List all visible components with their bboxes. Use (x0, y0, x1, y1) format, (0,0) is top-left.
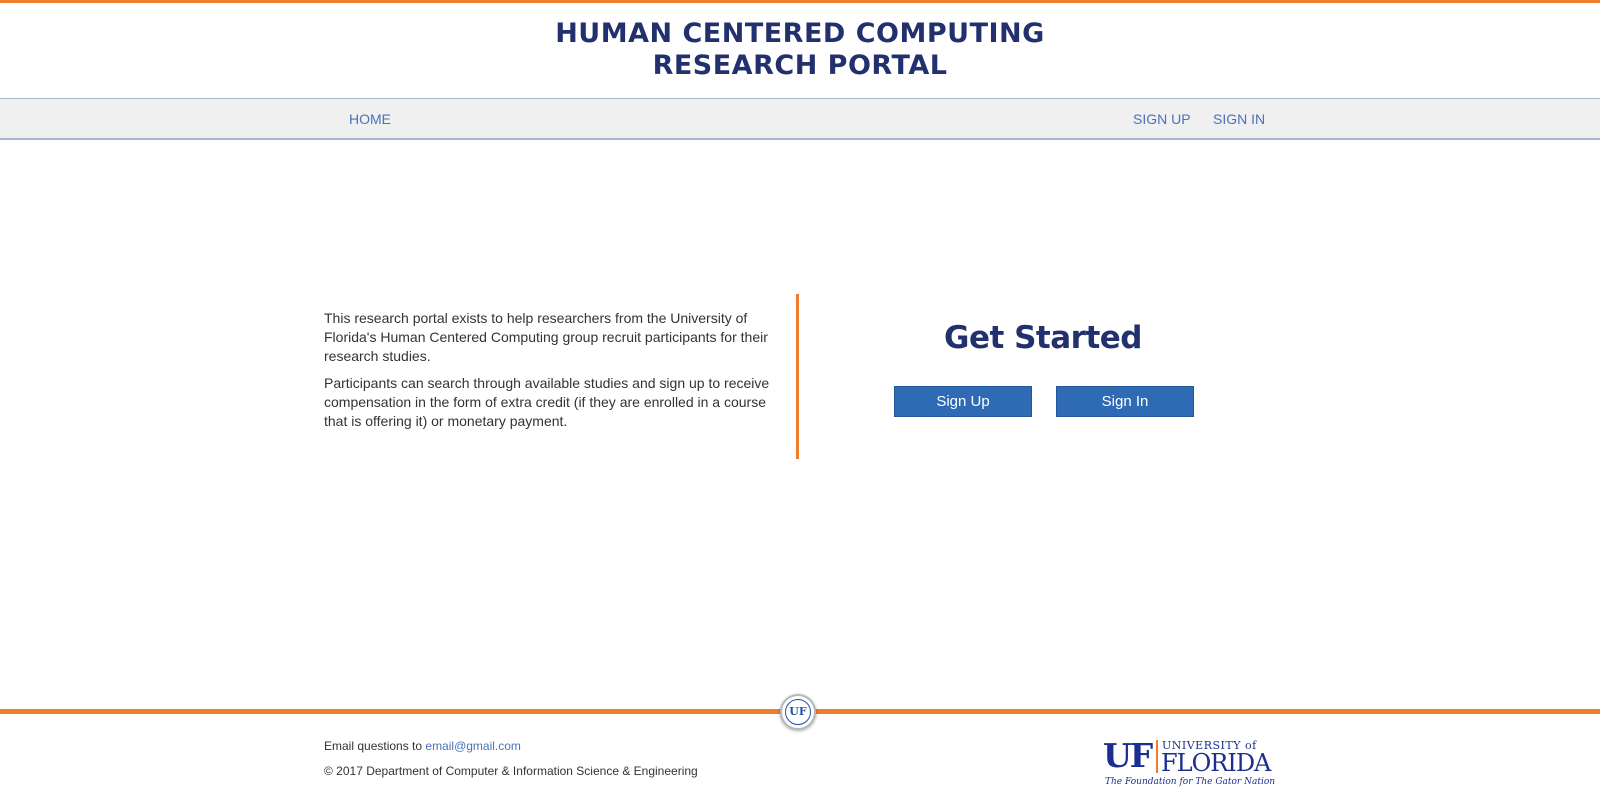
uf-logo-uf: UF (1103, 736, 1153, 775)
uf-seal-icon: UF (780, 694, 816, 730)
intro-text: This research portal exists to help rese… (324, 309, 779, 439)
site-title: HUMAN CENTERED COMPUTING RESEARCH PORTAL (0, 18, 1600, 82)
intro-paragraph-2: Participants can search through availabl… (324, 375, 770, 429)
footer-email-prefix: Email questions to (324, 739, 426, 753)
uf-logo-florida: FLORIDA (1161, 749, 1272, 777)
site-title-line2: RESEARCH PORTAL (652, 50, 948, 81)
navbar: HOME SIGN UP SIGN IN (0, 98, 1600, 140)
top-accent-bar (0, 0, 1600, 3)
uf-seal-text: UF (785, 699, 811, 725)
footer-copyright: © 2017 Department of Computer & Informat… (324, 764, 698, 778)
uf-logo-divider (1156, 740, 1158, 773)
vertical-divider (796, 294, 799, 459)
sign-in-button[interactable]: Sign In (1056, 386, 1194, 417)
uf-logo: UF UNIVERSITY of FLORIDA The Foundation … (1103, 736, 1275, 786)
site-title-line1: HUMAN CENTERED COMPUTING (555, 18, 1045, 49)
nav-sign-in-link[interactable]: SIGN IN (1213, 111, 1265, 127)
sign-up-button[interactable]: Sign Up (894, 386, 1032, 417)
intro-paragraph-1: This research portal exists to help rese… (324, 310, 768, 364)
footer-email-link[interactable]: email@gmail.com (425, 739, 521, 753)
nav-sign-up-link[interactable]: SIGN UP (1133, 111, 1191, 127)
footer-email-line: Email questions to email@gmail.com (324, 739, 521, 753)
uf-logo-tagline: The Foundation for The Gator Nation (1105, 777, 1275, 786)
nav-home-link[interactable]: HOME (349, 111, 391, 127)
get-started-heading: Get Started (944, 320, 1142, 356)
